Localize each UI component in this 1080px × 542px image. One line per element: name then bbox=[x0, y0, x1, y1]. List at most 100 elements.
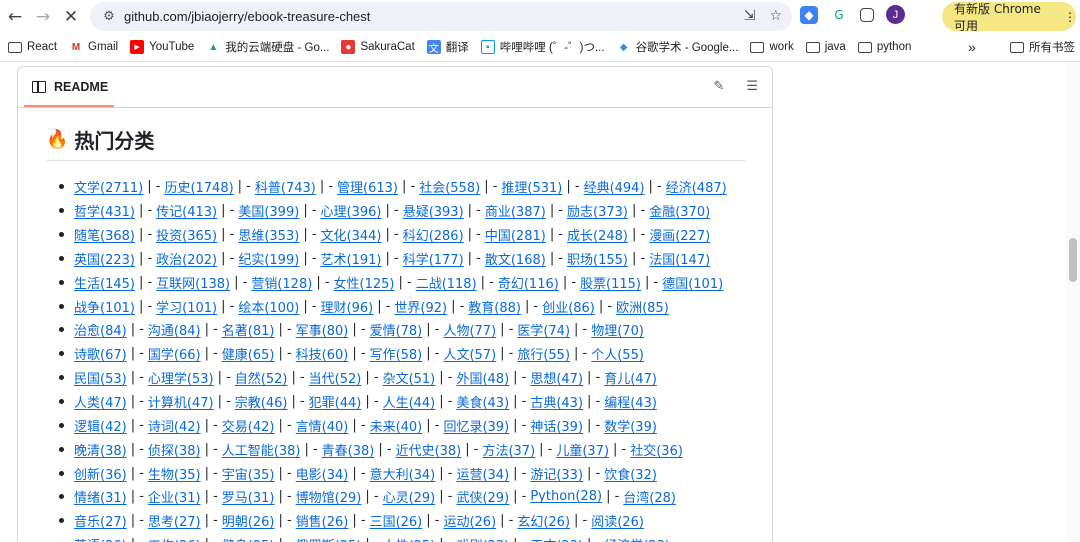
category-link[interactable]: 军事(80) bbox=[296, 320, 349, 339]
category-link[interactable]: 外国(48) bbox=[456, 368, 509, 387]
profile-avatar[interactable]: J bbox=[886, 5, 905, 24]
category-link[interactable]: 思想(47) bbox=[530, 368, 583, 387]
category-link[interactable]: 文化(344) bbox=[321, 225, 382, 244]
category-link[interactable]: 销售(26) bbox=[296, 511, 349, 530]
all-bookmarks-folder[interactable]: 所有书签 bbox=[1004, 35, 1080, 59]
category-link[interactable]: 意大利(34) bbox=[370, 464, 436, 483]
bookmark-java[interactable]: java bbox=[800, 35, 852, 59]
category-link[interactable]: 医学(74) bbox=[517, 320, 570, 339]
category-link[interactable]: 思考(27) bbox=[148, 511, 201, 530]
category-link[interactable]: 宗教(46) bbox=[235, 392, 288, 411]
category-link[interactable]: 思维(353) bbox=[238, 225, 299, 244]
category-link[interactable]: 美食(43) bbox=[456, 392, 509, 411]
menu-kebab-icon[interactable]: ⋮ bbox=[1064, 10, 1076, 24]
category-link[interactable]: 商业(387) bbox=[485, 201, 546, 220]
category-link[interactable]: 侦探(38) bbox=[148, 440, 201, 459]
category-link[interactable]: 玄幻(26) bbox=[517, 511, 570, 530]
bookmark-bilibili[interactable]: ▪ 哔哩哔哩 (゜-゜)つ... bbox=[475, 35, 611, 59]
category-link[interactable]: 近代史(38) bbox=[396, 440, 462, 459]
category-link[interactable]: 写作(58) bbox=[370, 344, 423, 363]
category-link[interactable]: 逻辑(42) bbox=[74, 416, 127, 435]
category-link[interactable]: 艺术(191) bbox=[321, 249, 382, 268]
category-link[interactable]: 人性(25) bbox=[383, 535, 436, 542]
category-link[interactable]: 投资(365) bbox=[156, 225, 217, 244]
category-link[interactable]: 创新(36) bbox=[74, 464, 127, 483]
bookmark-youtube[interactable]: ▶ YouTube bbox=[124, 35, 200, 59]
category-link[interactable]: 历史(1748) bbox=[164, 177, 233, 196]
category-link[interactable]: 旅行(55) bbox=[517, 344, 570, 363]
bookmark-python[interactable]: python bbox=[852, 35, 918, 59]
category-link[interactable]: 沟通(84) bbox=[148, 320, 201, 339]
category-link[interactable]: 情绪(31) bbox=[74, 487, 127, 506]
category-link[interactable]: 治愈(84) bbox=[74, 320, 127, 339]
category-link[interactable]: 英语(26) bbox=[74, 535, 127, 542]
category-link[interactable]: 宇宙(35) bbox=[222, 464, 275, 483]
category-link[interactable]: 职场(155) bbox=[567, 249, 628, 268]
category-link[interactable]: 明朝(26) bbox=[222, 511, 275, 530]
category-link[interactable]: 创业(86) bbox=[542, 297, 595, 316]
category-link[interactable]: 戏剧(23) bbox=[456, 535, 509, 542]
category-link[interactable]: 美国(399) bbox=[238, 201, 299, 220]
bookmark-work[interactable]: work bbox=[744, 35, 799, 59]
extension-shield-icon[interactable]: ◆ bbox=[800, 5, 818, 24]
category-link[interactable]: 教育(88) bbox=[468, 297, 521, 316]
category-link[interactable]: 股票(115) bbox=[580, 273, 641, 292]
more-bookmarks-button[interactable]: » bbox=[962, 35, 982, 59]
category-link[interactable]: 传记(413) bbox=[156, 201, 217, 220]
category-link[interactable]: 人类(47) bbox=[74, 392, 127, 411]
readme-tab[interactable]: README bbox=[23, 67, 115, 107]
category-link[interactable]: 言情(40) bbox=[296, 416, 349, 435]
category-link[interactable]: 二战(118) bbox=[416, 273, 477, 292]
category-link[interactable]: 文学(2711) bbox=[74, 177, 143, 196]
category-link[interactable]: 悬疑(393) bbox=[403, 201, 464, 220]
category-link[interactable]: 奇幻(116) bbox=[498, 273, 559, 292]
category-link[interactable]: 儿童(37) bbox=[556, 440, 609, 459]
category-link[interactable]: 电影(34) bbox=[296, 464, 349, 483]
chrome-update-button[interactable]: 有新版 Chrome 可用 ⋮ bbox=[942, 2, 1076, 33]
category-link[interactable]: 社交(36) bbox=[630, 440, 683, 459]
category-link[interactable]: 博物馆(29) bbox=[296, 487, 362, 506]
category-link[interactable]: 科技(60) bbox=[296, 344, 349, 363]
category-link[interactable]: 人文(57) bbox=[443, 344, 496, 363]
extension-translate-icon[interactable]: G bbox=[830, 6, 848, 24]
address-bar[interactable]: ⚙ github.com/jbiaojerry/ebook-treasure-c… bbox=[90, 2, 792, 31]
page-scrollbar[interactable] bbox=[1066, 62, 1080, 542]
category-link[interactable]: 犯罪(44) bbox=[309, 392, 362, 411]
category-link[interactable]: 晚清(38) bbox=[74, 440, 127, 459]
category-link[interactable]: 英国(223) bbox=[74, 249, 135, 268]
category-link[interactable]: 健康(65) bbox=[222, 344, 275, 363]
category-link[interactable]: 游记(33) bbox=[530, 464, 583, 483]
category-link[interactable]: 育儿(47) bbox=[604, 368, 657, 387]
category-link[interactable]: 天文(23) bbox=[530, 535, 583, 542]
category-link[interactable]: 女性(125) bbox=[334, 273, 395, 292]
category-link[interactable]: 罗马(31) bbox=[222, 487, 275, 506]
category-link[interactable]: 营销(128) bbox=[251, 273, 312, 292]
edit-pencil-icon[interactable]: ✎ bbox=[713, 79, 724, 94]
category-link[interactable]: 励志(373) bbox=[567, 201, 628, 220]
category-link[interactable]: 国学(66) bbox=[148, 344, 201, 363]
category-link[interactable]: 人物(77) bbox=[443, 320, 496, 339]
category-link[interactable]: 政治(202) bbox=[156, 249, 217, 268]
category-link[interactable]: 学习(101) bbox=[156, 297, 217, 316]
bookmark-star-icon[interactable]: ☆ bbox=[769, 8, 782, 24]
category-link[interactable]: 绘本(100) bbox=[238, 297, 299, 316]
category-link[interactable]: 社会(558) bbox=[419, 177, 480, 196]
category-link[interactable]: 经济(487) bbox=[666, 177, 727, 196]
category-link[interactable]: 计算机(47) bbox=[148, 392, 214, 411]
bookmark-translate[interactable]: 文 翻译 bbox=[421, 35, 475, 59]
bookmark-scholar[interactable]: ◆ 谷歌学术 - Google... bbox=[611, 35, 745, 59]
category-link[interactable]: 世界(92) bbox=[394, 297, 447, 316]
bookmark-drive[interactable]: ▲ 我的云端硬盘 - Go... bbox=[200, 35, 335, 59]
category-link[interactable]: 金融(370) bbox=[649, 201, 710, 220]
stop-loading-button[interactable]: ✕ bbox=[58, 4, 84, 30]
category-link[interactable]: 经典(494) bbox=[584, 177, 645, 196]
category-link[interactable]: 诗歌(67) bbox=[74, 344, 127, 363]
category-link[interactable]: 方法(37) bbox=[482, 440, 535, 459]
category-link[interactable]: 物理(70) bbox=[591, 320, 644, 339]
category-link[interactable]: 神话(39) bbox=[530, 416, 583, 435]
back-button[interactable]: ← bbox=[2, 4, 28, 30]
category-link[interactable]: 法国(147) bbox=[649, 249, 710, 268]
install-app-icon[interactable]: ⇲ bbox=[744, 8, 756, 24]
category-link[interactable]: 战争(101) bbox=[74, 297, 135, 316]
category-link[interactable]: 心理学(53) bbox=[148, 368, 214, 387]
